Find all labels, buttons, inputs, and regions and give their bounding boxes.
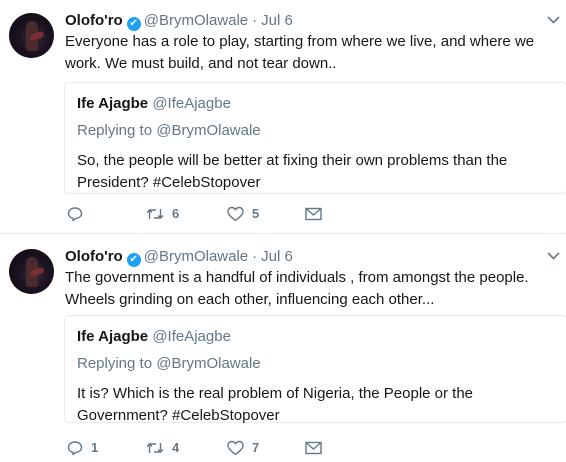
chevron-down-icon[interactable] xyxy=(547,12,560,27)
tweet-header: Olofo'ro ✔ @BrymOlawale · Jul 6 xyxy=(65,11,293,31)
reply-icon xyxy=(67,440,83,456)
like-button[interactable]: 7 xyxy=(227,439,259,457)
retweet-count: 4 xyxy=(172,440,180,455)
quote-author-handle: @IfeAjagbe xyxy=(152,95,231,112)
avatar[interactable] xyxy=(9,13,54,58)
retweet-count: 6 xyxy=(172,206,180,221)
chevron-down-icon[interactable] xyxy=(547,248,560,263)
author-name[interactable]: Olofo'ro xyxy=(65,12,123,29)
tweet-text: Everyone has a role to play, starting fr… xyxy=(65,33,535,72)
tweet-date[interactable]: Jul 6 xyxy=(261,248,293,265)
envelope-icon xyxy=(305,207,322,221)
quote-text: So, the people will be better at fixing … xyxy=(77,152,508,191)
envelope-icon xyxy=(305,441,322,455)
separator: · xyxy=(252,12,258,29)
replying-handle[interactable]: @BrymOlawale xyxy=(156,355,260,372)
reply-button[interactable] xyxy=(67,205,91,223)
reply-icon xyxy=(67,206,83,222)
retweet-icon xyxy=(146,206,164,222)
replying-to: Replying to @BrymOlawale xyxy=(77,353,554,375)
tweet[interactable]: Olofo'ro ✔ @BrymOlawale · Jul 6 Everyone has… xyxy=(0,0,566,232)
direct-message-button[interactable] xyxy=(305,205,322,223)
author-name[interactable]: Olofo'ro xyxy=(65,248,123,265)
quote-author-name: Ife Ajagbe xyxy=(77,328,149,345)
replying-handle[interactable]: @BrymOlawale xyxy=(156,122,260,139)
quoted-tweet[interactable]: Ife Ajagbe @IfeAjagbe Replying to @BrymO… xyxy=(64,82,566,194)
replying-to: Replying to @BrymOlawale xyxy=(77,120,554,142)
quote-author-name: Ife Ajagbe xyxy=(77,95,149,112)
tweet-header: Olofo'ro ✔ @BrymOlawale · Jul 6 xyxy=(65,247,293,267)
reply-count: 1 xyxy=(91,440,99,455)
avatar[interactable] xyxy=(9,249,54,294)
tweet[interactable]: Olofo'ro ✔ @BrymOlawale · Jul 6 The governme… xyxy=(0,236,566,462)
quoted-tweet[interactable]: Ife Ajagbe @IfeAjagbe Replying to @BrymO… xyxy=(64,315,566,424)
like-count: 5 xyxy=(252,206,260,221)
heart-icon xyxy=(227,206,244,222)
retweet-button[interactable]: 6 xyxy=(146,205,179,223)
reply-button[interactable]: 1 xyxy=(67,439,98,457)
quote-text: It is? Which is the real problem of Nige… xyxy=(77,385,474,424)
tweet-text: The government is a handful of individua… xyxy=(65,269,529,308)
replying-label: Replying to xyxy=(77,355,153,372)
retweet-button[interactable]: 4 xyxy=(146,439,179,457)
retweet-icon xyxy=(146,440,164,456)
separator: · xyxy=(252,248,258,265)
verified-badge-icon: ✔ xyxy=(126,253,141,267)
like-button[interactable]: 5 xyxy=(227,205,259,223)
replying-label: Replying to xyxy=(77,122,153,139)
author-handle[interactable]: @BrymOlawale xyxy=(144,248,248,265)
tweet-date[interactable]: Jul 6 xyxy=(261,12,293,29)
direct-message-button[interactable] xyxy=(305,439,322,457)
like-count: 7 xyxy=(252,440,260,455)
author-handle[interactable]: @BrymOlawale xyxy=(144,12,248,29)
divider xyxy=(0,233,566,234)
verified-badge-icon: ✔ xyxy=(126,17,141,31)
heart-icon xyxy=(227,440,244,456)
quote-author-handle: @IfeAjagbe xyxy=(152,328,231,345)
